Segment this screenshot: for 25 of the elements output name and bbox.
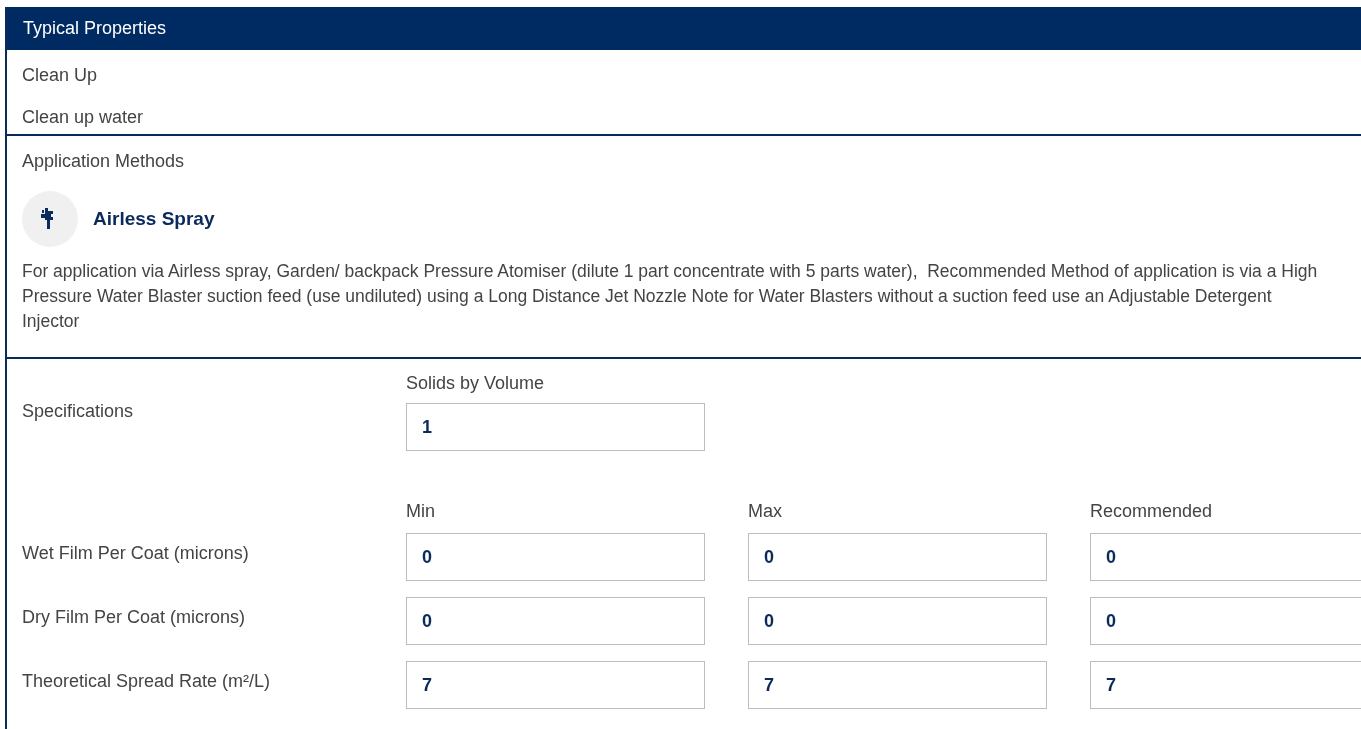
field-label: Application Methods: [22, 150, 186, 173]
field-label: Specifications: [22, 400, 135, 423]
input-field[interactable]: 1: [406, 403, 705, 451]
row-label: Wet Film Per Coat (microns): [22, 542, 250, 565]
method-description: For application via Airless spray, Garden/ backpack Pressure Atomiser (dilute 1 part concentrate with 5 parts water), Recommended Method of application is via a High Pressure Water Blaster suction feed (use undiluted) using a Long Distance Jet Nozzle Note for Water Blasters without a suction feed use an Adjustable Detergent Injector: [22, 260, 1319, 333]
input-field[interactable]: 7: [748, 661, 1047, 709]
input-field[interactable]: 0: [748, 533, 1047, 581]
input-field[interactable]: 7: [406, 661, 705, 709]
column-header: Recommended: [1090, 500, 1214, 523]
input-field[interactable]: 7: [1090, 661, 1361, 709]
section-title: Typical Properties: [23, 18, 167, 39]
input-field[interactable]: 0: [748, 597, 1047, 645]
input-field[interactable]: 0: [1090, 533, 1361, 581]
input-field[interactable]: 0: [1090, 597, 1361, 645]
field-label: Clean Up: [22, 64, 99, 87]
column-header: Max: [748, 500, 783, 523]
field-label: Solids by Volume: [406, 372, 546, 395]
input-field[interactable]: 0: [406, 533, 705, 581]
input-field[interactable]: 0: [406, 597, 705, 645]
column-header: Min: [406, 500, 436, 523]
spray-gun-icon: [22, 191, 78, 247]
field-value: Clean up water: [22, 106, 145, 129]
row-label: Dry Film Per Coat (microns): [22, 606, 246, 629]
row-label: Theoretical Spread Rate (m²/L): [22, 670, 272, 693]
method-name: Airless Spray: [93, 208, 215, 230]
